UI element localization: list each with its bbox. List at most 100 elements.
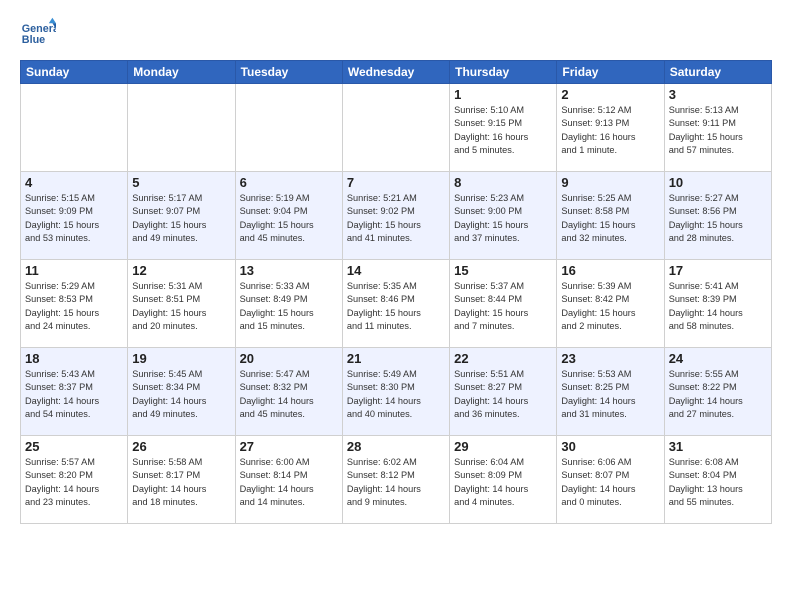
calendar-cell: 28 Sunrise: 6:02 AM Sunset: 8:12 PM Dayli…: [342, 436, 449, 524]
day-number: 25: [25, 439, 123, 454]
calendar-cell: 24 Sunrise: 5:55 AM Sunset: 8:22 PM Dayli…: [664, 348, 771, 436]
day-info: Sunrise: 5:13 AM Sunset: 9:11 PM Dayligh…: [669, 104, 767, 157]
day-number: 6: [240, 175, 338, 190]
day-info: Sunrise: 5:17 AM Sunset: 9:07 PM Dayligh…: [132, 192, 230, 245]
calendar-cell: 1 Sunrise: 5:10 AM Sunset: 9:15 PM Daylig…: [450, 84, 557, 172]
day-number: 16: [561, 263, 659, 278]
day-info: Sunrise: 5:27 AM Sunset: 8:56 PM Dayligh…: [669, 192, 767, 245]
day-info: Sunrise: 5:43 AM Sunset: 8:37 PM Dayligh…: [25, 368, 123, 421]
day-number: 14: [347, 263, 445, 278]
calendar-week-row: 4 Sunrise: 5:15 AM Sunset: 9:09 PM Daylig…: [21, 172, 772, 260]
day-info: Sunrise: 5:39 AM Sunset: 8:42 PM Dayligh…: [561, 280, 659, 333]
svg-text:Blue: Blue: [22, 34, 45, 46]
day-header-sunday: Sunday: [21, 61, 128, 84]
day-info: Sunrise: 5:15 AM Sunset: 9:09 PM Dayligh…: [25, 192, 123, 245]
calendar-cell: 10 Sunrise: 5:27 AM Sunset: 8:56 PM Dayli…: [664, 172, 771, 260]
day-number: 29: [454, 439, 552, 454]
day-info: Sunrise: 6:04 AM Sunset: 8:09 PM Dayligh…: [454, 456, 552, 509]
calendar-cell: 26 Sunrise: 5:58 AM Sunset: 8:17 PM Dayli…: [128, 436, 235, 524]
day-info: Sunrise: 5:53 AM Sunset: 8:25 PM Dayligh…: [561, 368, 659, 421]
calendar-cell: 13 Sunrise: 5:33 AM Sunset: 8:49 PM Dayli…: [235, 260, 342, 348]
calendar-cell: 16 Sunrise: 5:39 AM Sunset: 8:42 PM Dayli…: [557, 260, 664, 348]
day-number: 1: [454, 87, 552, 102]
day-info: Sunrise: 5:10 AM Sunset: 9:15 PM Dayligh…: [454, 104, 552, 157]
day-number: 17: [669, 263, 767, 278]
day-number: 5: [132, 175, 230, 190]
calendar-week-row: 25Sunrise: 5:57 AM Sunset: 8:20 PM Dayli…: [21, 436, 772, 524]
calendar-cell: 3 Sunrise: 5:13 AM Sunset: 9:11 PM Daylig…: [664, 84, 771, 172]
calendar-cell: [21, 84, 128, 172]
day-info: Sunrise: 6:08 AM Sunset: 8:04 PM Dayligh…: [669, 456, 767, 509]
day-number: 18: [25, 351, 123, 366]
day-number: 27: [240, 439, 338, 454]
calendar-cell: [342, 84, 449, 172]
calendar-cell: 14Sunrise: 5:35 AM Sunset: 8:46 PM Dayli…: [342, 260, 449, 348]
day-number: 22: [454, 351, 552, 366]
day-number: 26: [132, 439, 230, 454]
day-number: 30: [561, 439, 659, 454]
day-number: 11: [25, 263, 123, 278]
day-header-saturday: Saturday: [664, 61, 771, 84]
calendar-cell: 22 Sunrise: 5:51 AM Sunset: 8:27 PM Dayli…: [450, 348, 557, 436]
day-number: 28: [347, 439, 445, 454]
calendar-week-row: 11 Sunrise: 5:29 AM Sunset: 8:53 PM Dayli…: [21, 260, 772, 348]
day-number: 4: [25, 175, 123, 190]
day-header-tuesday: Tuesday: [235, 61, 342, 84]
calendar-cell: 18 Sunrise: 5:43 AM Sunset: 8:37 PM Dayli…: [21, 348, 128, 436]
calendar-cell: 4 Sunrise: 5:15 AM Sunset: 9:09 PM Daylig…: [21, 172, 128, 260]
day-number: 21: [347, 351, 445, 366]
calendar-week-row: 1 Sunrise: 5:10 AM Sunset: 9:15 PM Daylig…: [21, 84, 772, 172]
calendar-week-row: 18 Sunrise: 5:43 AM Sunset: 8:37 PM Dayli…: [21, 348, 772, 436]
day-number: 24: [669, 351, 767, 366]
day-number: 10: [669, 175, 767, 190]
calendar-cell: [235, 84, 342, 172]
day-info: Sunrise: 5:49 AM Sunset: 8:30 PM Dayligh…: [347, 368, 445, 421]
day-info: Sunrise: 5:45 AM Sunset: 8:34 PM Dayligh…: [132, 368, 230, 421]
day-number: 3: [669, 87, 767, 102]
calendar-cell: 15 Sunrise: 5:37 AM Sunset: 8:44 PM Dayli…: [450, 260, 557, 348]
header: General Blue: [20, 16, 772, 52]
day-info: Sunrise: 5:51 AM Sunset: 8:27 PM Dayligh…: [454, 368, 552, 421]
calendar-cell: 8 Sunrise: 5:23 AM Sunset: 9:00 PM Daylig…: [450, 172, 557, 260]
calendar-cell: 11 Sunrise: 5:29 AM Sunset: 8:53 PM Dayli…: [21, 260, 128, 348]
page: General Blue SundayMondayTuesdayWednesda…: [0, 0, 792, 534]
day-header-monday: Monday: [128, 61, 235, 84]
day-number: 8: [454, 175, 552, 190]
day-number: 12: [132, 263, 230, 278]
day-info: Sunrise: 5:55 AM Sunset: 8:22 PM Dayligh…: [669, 368, 767, 421]
day-info: Sunrise: 6:02 AM Sunset: 8:12 PM Dayligh…: [347, 456, 445, 509]
day-number: 2: [561, 87, 659, 102]
day-info: Sunrise: 5:37 AM Sunset: 8:44 PM Dayligh…: [454, 280, 552, 333]
calendar-header-row: SundayMondayTuesdayWednesdayThursdayFrid…: [21, 61, 772, 84]
calendar-cell: 31 Sunrise: 6:08 AM Sunset: 8:04 PM Dayli…: [664, 436, 771, 524]
calendar-cell: 9 Sunrise: 5:25 AM Sunset: 8:58 PM Daylig…: [557, 172, 664, 260]
calendar-cell: 20Sunrise: 5:47 AM Sunset: 8:32 PM Dayli…: [235, 348, 342, 436]
day-number: 15: [454, 263, 552, 278]
calendar-cell: 21 Sunrise: 5:49 AM Sunset: 8:30 PM Dayli…: [342, 348, 449, 436]
day-number: 9: [561, 175, 659, 190]
day-number: 13: [240, 263, 338, 278]
day-info: Sunrise: 5:12 AM Sunset: 9:13 PM Dayligh…: [561, 104, 659, 157]
day-info: Sunrise: 5:31 AM Sunset: 8:51 PM Dayligh…: [132, 280, 230, 333]
calendar-cell: 30 Sunrise: 6:06 AM Sunset: 8:07 PM Dayli…: [557, 436, 664, 524]
day-info: Sunrise: 5:47 AM Sunset: 8:32 PM Dayligh…: [240, 368, 338, 421]
day-info: Sunrise: 5:29 AM Sunset: 8:53 PM Dayligh…: [25, 280, 123, 333]
day-info: Sunrise: 5:23 AM Sunset: 9:00 PM Dayligh…: [454, 192, 552, 245]
day-info: Sunrise: 6:06 AM Sunset: 8:07 PM Dayligh…: [561, 456, 659, 509]
day-number: 19: [132, 351, 230, 366]
day-info: Sunrise: 5:33 AM Sunset: 8:49 PM Dayligh…: [240, 280, 338, 333]
calendar-cell: 12 Sunrise: 5:31 AM Sunset: 8:51 PM Dayli…: [128, 260, 235, 348]
day-info: Sunrise: 6:00 AM Sunset: 8:14 PM Dayligh…: [240, 456, 338, 509]
calendar-cell: 6 Sunrise: 5:19 AM Sunset: 9:04 PM Daylig…: [235, 172, 342, 260]
day-info: Sunrise: 5:58 AM Sunset: 8:17 PM Dayligh…: [132, 456, 230, 509]
day-info: Sunrise: 5:41 AM Sunset: 8:39 PM Dayligh…: [669, 280, 767, 333]
calendar-cell: 27 Sunrise: 6:00 AM Sunset: 8:14 PM Dayli…: [235, 436, 342, 524]
calendar-cell: 25Sunrise: 5:57 AM Sunset: 8:20 PM Dayli…: [21, 436, 128, 524]
logo: General Blue: [20, 16, 56, 52]
day-info: Sunrise: 5:25 AM Sunset: 8:58 PM Dayligh…: [561, 192, 659, 245]
day-header-wednesday: Wednesday: [342, 61, 449, 84]
day-number: 31: [669, 439, 767, 454]
calendar-cell: 23Sunrise: 5:53 AM Sunset: 8:25 PM Dayli…: [557, 348, 664, 436]
day-info: Sunrise: 5:19 AM Sunset: 9:04 PM Dayligh…: [240, 192, 338, 245]
calendar-cell: 29 Sunrise: 6:04 AM Sunset: 8:09 PM Dayli…: [450, 436, 557, 524]
